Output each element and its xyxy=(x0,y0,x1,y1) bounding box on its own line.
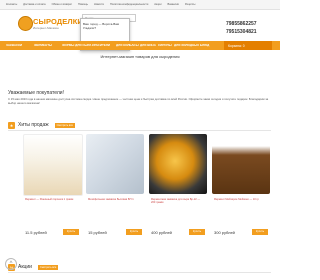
menu-item[interactable]: КРАСИТЕЛИ xyxy=(92,41,110,50)
product-card[interactable]: Мезофильная закваска Бытовая БП 1 15 руб… xyxy=(86,134,144,244)
page-title: Интернет-магазин товаров для сыроделия xyxy=(100,54,180,59)
topnav-link-privacy[interactable]: Политика конфиденциальности xyxy=(110,3,148,6)
product-image[interactable] xyxy=(23,134,83,196)
logo-icon[interactable] xyxy=(18,16,33,31)
product-card[interactable]: Фермент — Ренинный порошок 1 грамм 11.5 … xyxy=(23,134,83,244)
product-price: 11.5 рублей xyxy=(25,230,47,235)
topnav-link-recipes[interactable]: Рецепты xyxy=(185,3,195,6)
product-image[interactable] xyxy=(149,134,207,194)
topnav-link-contacts[interactable]: Контакты xyxy=(6,3,17,6)
menu-item[interactable]: ЗАКВАСКИ xyxy=(6,41,22,50)
menu-item[interactable]: ФЕРМЕНТЫ xyxy=(34,41,52,50)
hits-section-header: ★ Хиты продаж Смотреть все xyxy=(8,120,271,131)
product-image[interactable] xyxy=(86,134,144,194)
menu-item[interactable]: ФОРМЫ ДЛЯ СЫРА xyxy=(62,41,91,50)
topnav-link-news[interactable]: Новости xyxy=(94,3,104,6)
product-card[interactable]: Фермент Мейзирое Мейзино — 10 гр 300 руб… xyxy=(212,134,270,244)
buy-button[interactable]: Купить xyxy=(126,229,142,235)
sales-title: Акции xyxy=(18,264,32,270)
product-name[interactable]: Мезофильная закваска Бытовая БП 1 xyxy=(88,198,142,201)
topnav-link-sales[interactable]: Акции xyxy=(154,3,161,6)
notice-text: С 15 мая 2023 года в нашем магазине дост… xyxy=(8,97,269,105)
topnav-link-delivery[interactable]: Доставка и оплата xyxy=(23,3,45,6)
product-price: 15 рублей xyxy=(88,230,107,235)
product-image[interactable] xyxy=(212,134,270,194)
menu-item[interactable]: ДЛЯ ВИНА xyxy=(140,41,156,50)
topnav-link-help[interactable]: Помощь xyxy=(78,3,88,6)
sales-section-header: % Акции Смотреть все xyxy=(8,262,271,273)
hits-title: Хиты продаж xyxy=(18,122,49,128)
topnav-link-jobs[interactable]: Вакансии xyxy=(168,3,179,6)
phones-block: 79855862257 79515304821 xyxy=(226,20,257,36)
buy-button[interactable]: Купить xyxy=(252,229,268,235)
sales-view-all-button[interactable]: Смотреть все xyxy=(37,264,59,270)
menu-item[interactable]: СИРОПЫ xyxy=(158,41,172,50)
menu-item[interactable]: ДЛЯ КОЛБАСЫ xyxy=(116,41,139,50)
product-price: 400 рублей xyxy=(151,230,172,235)
product-card[interactable]: Ферментная закваска для сыра Бр-22 — 200… xyxy=(149,134,207,244)
hits-view-all-button[interactable]: Смотреть все xyxy=(54,122,75,128)
topnav-link-returns[interactable]: Обмен и возврат xyxy=(52,3,72,6)
city-question: Ваш город — Ворота-Вам Угадали? xyxy=(83,22,119,30)
buy-button[interactable]: Купить xyxy=(63,229,79,235)
phone-number[interactable]: 79515304821 xyxy=(226,28,257,36)
buy-button[interactable]: Купить xyxy=(189,229,205,235)
product-name[interactable]: Ферментная закваска для сыра Бр-22 — 200… xyxy=(151,198,205,205)
notice-heading: Уважаемые покупатели! xyxy=(8,90,64,96)
menu-item[interactable]: ДЛЯ ХОЛОДНЫХ БЛЮД xyxy=(174,41,209,50)
star-icon: ★ xyxy=(8,121,15,129)
product-name[interactable]: Фермент — Ренинный порошок 1 грамм xyxy=(25,198,79,201)
phone-number[interactable]: 79855862257 xyxy=(226,20,257,28)
top-navigation: Контакты Доставка и оплата Обмен и возвр… xyxy=(0,0,280,10)
cart-button[interactable]: Корзина: 0 xyxy=(224,41,272,50)
logo-subtitle: Интернет-Магазин xyxy=(33,26,59,30)
product-name[interactable]: Фермент Мейзирое Мейзино — 10 гр xyxy=(214,198,268,201)
product-price: 300 рублей xyxy=(214,230,235,235)
chevron-up-icon[interactable]: ^ xyxy=(5,258,17,270)
cart-label: Корзина: 0 xyxy=(228,43,245,48)
